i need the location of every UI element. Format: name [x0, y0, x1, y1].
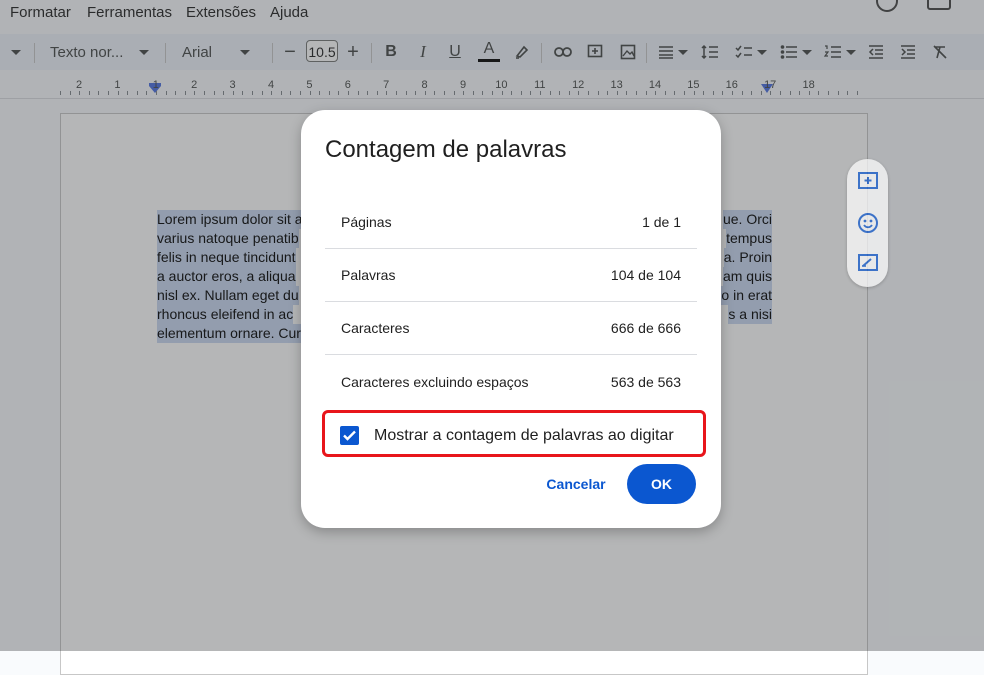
side-actions-pill: [847, 159, 888, 287]
stat-value: 563 de 563: [610, 374, 681, 390]
emoji-icon[interactable]: [857, 212, 879, 234]
ok-button[interactable]: OK: [627, 464, 696, 504]
stat-value: 104 de 104: [610, 267, 681, 283]
stat-label: Caracteres excluindo espaços: [341, 374, 529, 390]
stat-label: Palavras: [341, 267, 396, 283]
dialog-title: Contagem de palavras: [325, 136, 567, 163]
show-word-count-checkbox[interactable]: [340, 426, 359, 445]
stat-row-pages: Páginas 1 de 1: [325, 196, 697, 249]
stat-label: Páginas: [341, 214, 392, 230]
check-icon: [343, 430, 356, 441]
show-word-count-label[interactable]: Mostrar a contagem de palavras ao digita…: [374, 426, 674, 445]
stat-row-words: Palavras 104 de 104: [325, 249, 697, 302]
stat-value: 1 de 1: [642, 214, 681, 230]
cancel-button[interactable]: Cancelar: [532, 465, 620, 503]
stat-value: 666 de 666: [610, 320, 681, 336]
stat-label: Caracteres: [341, 320, 410, 336]
stat-row-characters: Caracteres 666 de 666: [325, 302, 697, 355]
stat-row-characters-no-spaces: Caracteres excluindo espaços 563 de 563: [325, 356, 697, 409]
suggest-edit-icon[interactable]: [857, 253, 879, 275]
add-comment-icon[interactable]: [857, 171, 879, 193]
